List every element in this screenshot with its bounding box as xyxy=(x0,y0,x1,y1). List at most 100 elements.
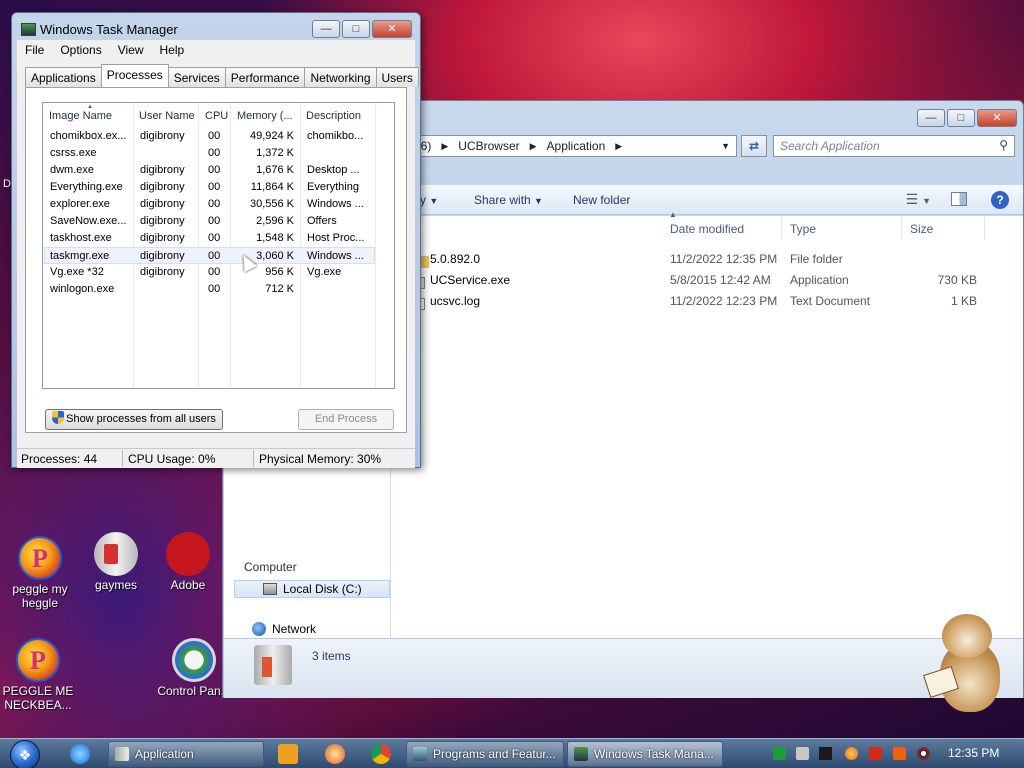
column-cpu[interactable]: CPU xyxy=(205,110,228,122)
tab-users[interactable]: Users xyxy=(375,67,419,87)
tab-performance[interactable]: Performance xyxy=(224,67,306,87)
table-row[interactable]: explorer.exe digibrony 00 30,556 K Windo… xyxy=(44,196,375,213)
breadcrumb-application[interactable]: Application xyxy=(547,139,606,153)
task-manager-window[interactable]: Windows Task Manager — □ ✕ File Options … xyxy=(11,12,421,468)
column-divider xyxy=(901,216,902,240)
menu-help[interactable]: Help xyxy=(160,43,185,57)
breadcrumb-separator-icon[interactable]: ▶ xyxy=(530,141,537,152)
process-memory: 2,596 K xyxy=(256,215,294,227)
help-icon[interactable]: ? xyxy=(991,191,1009,209)
column-memory[interactable]: Memory (... xyxy=(237,110,293,122)
menu-options[interactable]: Options xyxy=(60,43,101,57)
table-row[interactable]: taskhost.exe digibrony 00 1,548 K Host P… xyxy=(44,230,375,247)
chrome-icon[interactable] xyxy=(371,744,391,764)
table-row[interactable]: winlogon.exe 00 712 K xyxy=(44,281,375,298)
search-tray-icon[interactable] xyxy=(845,747,858,760)
end-process-button[interactable]: End Process xyxy=(298,409,394,430)
tab-applications[interactable]: Applications xyxy=(25,67,102,87)
flag-icon[interactable] xyxy=(869,747,882,760)
column-description[interactable]: Description xyxy=(306,110,361,122)
nav-item-computer[interactable]: Computer xyxy=(244,560,297,574)
table-row[interactable]: csrss.exe 00 1,372 K xyxy=(44,145,375,162)
share-with-button[interactable]: Share with ▼ xyxy=(474,193,543,207)
process-user: digibrony xyxy=(140,250,185,262)
taskbar: ❖ Application Programs and Featur... Win… xyxy=(0,738,1024,768)
volume-icon[interactable] xyxy=(917,747,930,760)
taskbar-button-programs[interactable]: Programs and Featur... xyxy=(406,741,564,767)
show-all-processes-button[interactable]: Show processes from all users xyxy=(45,409,223,430)
table-row[interactable]: chomikbox.ex... digibrony 00 49,924 K ch… xyxy=(44,128,375,145)
search-input[interactable]: Search Application ⚲ xyxy=(773,135,1015,157)
taskbar-clock[interactable]: 12:35 PM xyxy=(948,746,999,760)
organize-partial-button[interactable]: y ▼ xyxy=(420,193,438,207)
table-row[interactable]: Vg.exe *32 digibrony 00 956 K Vg.exe xyxy=(44,264,375,281)
file-type: Text Document xyxy=(790,294,871,308)
close-button[interactable]: ✕ xyxy=(372,20,412,38)
new-folder-button[interactable]: New folder xyxy=(573,193,630,207)
internet-explorer-icon[interactable] xyxy=(70,744,90,764)
menu-file[interactable]: File xyxy=(25,43,44,57)
status-divider xyxy=(122,450,123,467)
maximize-button[interactable]: □ xyxy=(342,20,370,38)
minimize-button[interactable]: — xyxy=(917,109,945,127)
maximize-button[interactable]: □ xyxy=(947,109,975,127)
column-date-modified[interactable]: Date modified xyxy=(670,222,744,236)
tab-networking[interactable]: Networking xyxy=(304,67,377,87)
process-image: explorer.exe xyxy=(50,198,110,210)
breadcrumb-ucbrowser[interactable]: UCBrowser xyxy=(458,139,519,153)
minimize-button[interactable]: — xyxy=(312,20,340,38)
nav-item-local-disk[interactable]: Local Disk (C:) xyxy=(234,580,390,598)
table-row[interactable]: dwm.exe digibrony 00 1,676 K Desktop ... xyxy=(44,162,375,179)
search-icon[interactable]: ⚲ xyxy=(999,138,1008,152)
table-row-selected[interactable]: taskmgr.exe digibrony 00 3,060 K Windows… xyxy=(44,247,375,264)
column-type[interactable]: Type xyxy=(790,222,816,236)
process-description: Host Proc... xyxy=(307,232,365,244)
desktop-icon-adobe[interactable]: Adobe xyxy=(150,532,226,592)
column-size[interactable]: Size xyxy=(910,222,933,236)
process-user: digibrony xyxy=(140,232,185,244)
process-memory: 1,676 K xyxy=(256,164,294,176)
close-button[interactable]: ✕ xyxy=(977,109,1017,127)
tab-services[interactable]: Services xyxy=(167,67,226,87)
task-manager-icon xyxy=(574,747,588,761)
media-player-icon[interactable] xyxy=(278,744,298,764)
nav-item-network[interactable]: Network xyxy=(252,622,316,636)
desktop-icon-gaymes[interactable]: gaymes xyxy=(78,532,154,592)
column-image-name[interactable]: Image Name xyxy=(49,110,112,122)
tab-processes[interactable]: Processes xyxy=(100,64,169,87)
check-icon[interactable] xyxy=(819,747,832,760)
column-divider xyxy=(781,216,782,240)
orange-app-icon[interactable] xyxy=(893,747,906,760)
menu-view[interactable]: View xyxy=(118,43,144,57)
taskbar-button-application[interactable]: Application xyxy=(108,741,264,767)
address-dropdown-icon[interactable]: ▼ xyxy=(721,141,730,151)
network-icon[interactable] xyxy=(796,747,809,760)
file-row-exe[interactable]: UCService.exe 5/8/2015 12:42 AM Applicat… xyxy=(391,269,1023,290)
breadcrumb-separator-icon[interactable]: ▶ xyxy=(441,141,448,152)
file-size: 730 KB xyxy=(937,273,977,287)
process-cpu: 00 xyxy=(208,181,221,193)
item-count: 3 items xyxy=(312,649,351,663)
file-row-log[interactable]: ucsvc.log 11/2/2022 12:23 PM Text Docume… xyxy=(391,290,1023,311)
process-list[interactable]: ▲ Image Name User Name CPU Memory (... D… xyxy=(42,102,395,389)
chevron-down-icon: ▼ xyxy=(534,196,543,206)
taskbar-button-task-manager[interactable]: Windows Task Mana... xyxy=(567,741,723,767)
address-bar[interactable]: x86) ▶ UCBrowser ▶ Application ▶ ▼ xyxy=(403,135,737,157)
preview-pane-icon[interactable] xyxy=(951,192,967,206)
file-row-folder[interactable]: 5.0.892.0 11/2/2022 12:35 PM File folder xyxy=(391,248,1023,269)
breadcrumb-separator-icon[interactable]: ▶ xyxy=(615,141,622,152)
desktop-icon-peggle-my-heggle[interactable]: P peggle my heggle xyxy=(2,536,78,610)
table-row[interactable]: Everything.exe digibrony 00 11,864 K Eve… xyxy=(44,179,375,196)
desktop-icon-control-panel[interactable]: Control Pan... xyxy=(156,638,232,698)
refresh-button[interactable]: ⇄ xyxy=(741,135,767,157)
desktop-icon-peggle-me[interactable]: P PEGGLE ME NECKBEA... xyxy=(0,638,76,712)
green-app-icon[interactable] xyxy=(773,747,786,760)
paint-icon[interactable] xyxy=(325,744,345,764)
table-row[interactable]: SaveNow.exe... digibrony 00 2,596 K Offe… xyxy=(44,213,375,230)
start-button[interactable]: ❖ xyxy=(10,740,40,768)
process-description: Windows ... xyxy=(307,198,364,210)
desktop-icon-label: PEGGLE ME NECKBEA... xyxy=(2,684,74,712)
column-user-name[interactable]: User Name xyxy=(139,110,195,122)
peggle-icon: P xyxy=(18,536,62,580)
change-view-icon[interactable]: ☰ ▼ xyxy=(906,191,931,208)
